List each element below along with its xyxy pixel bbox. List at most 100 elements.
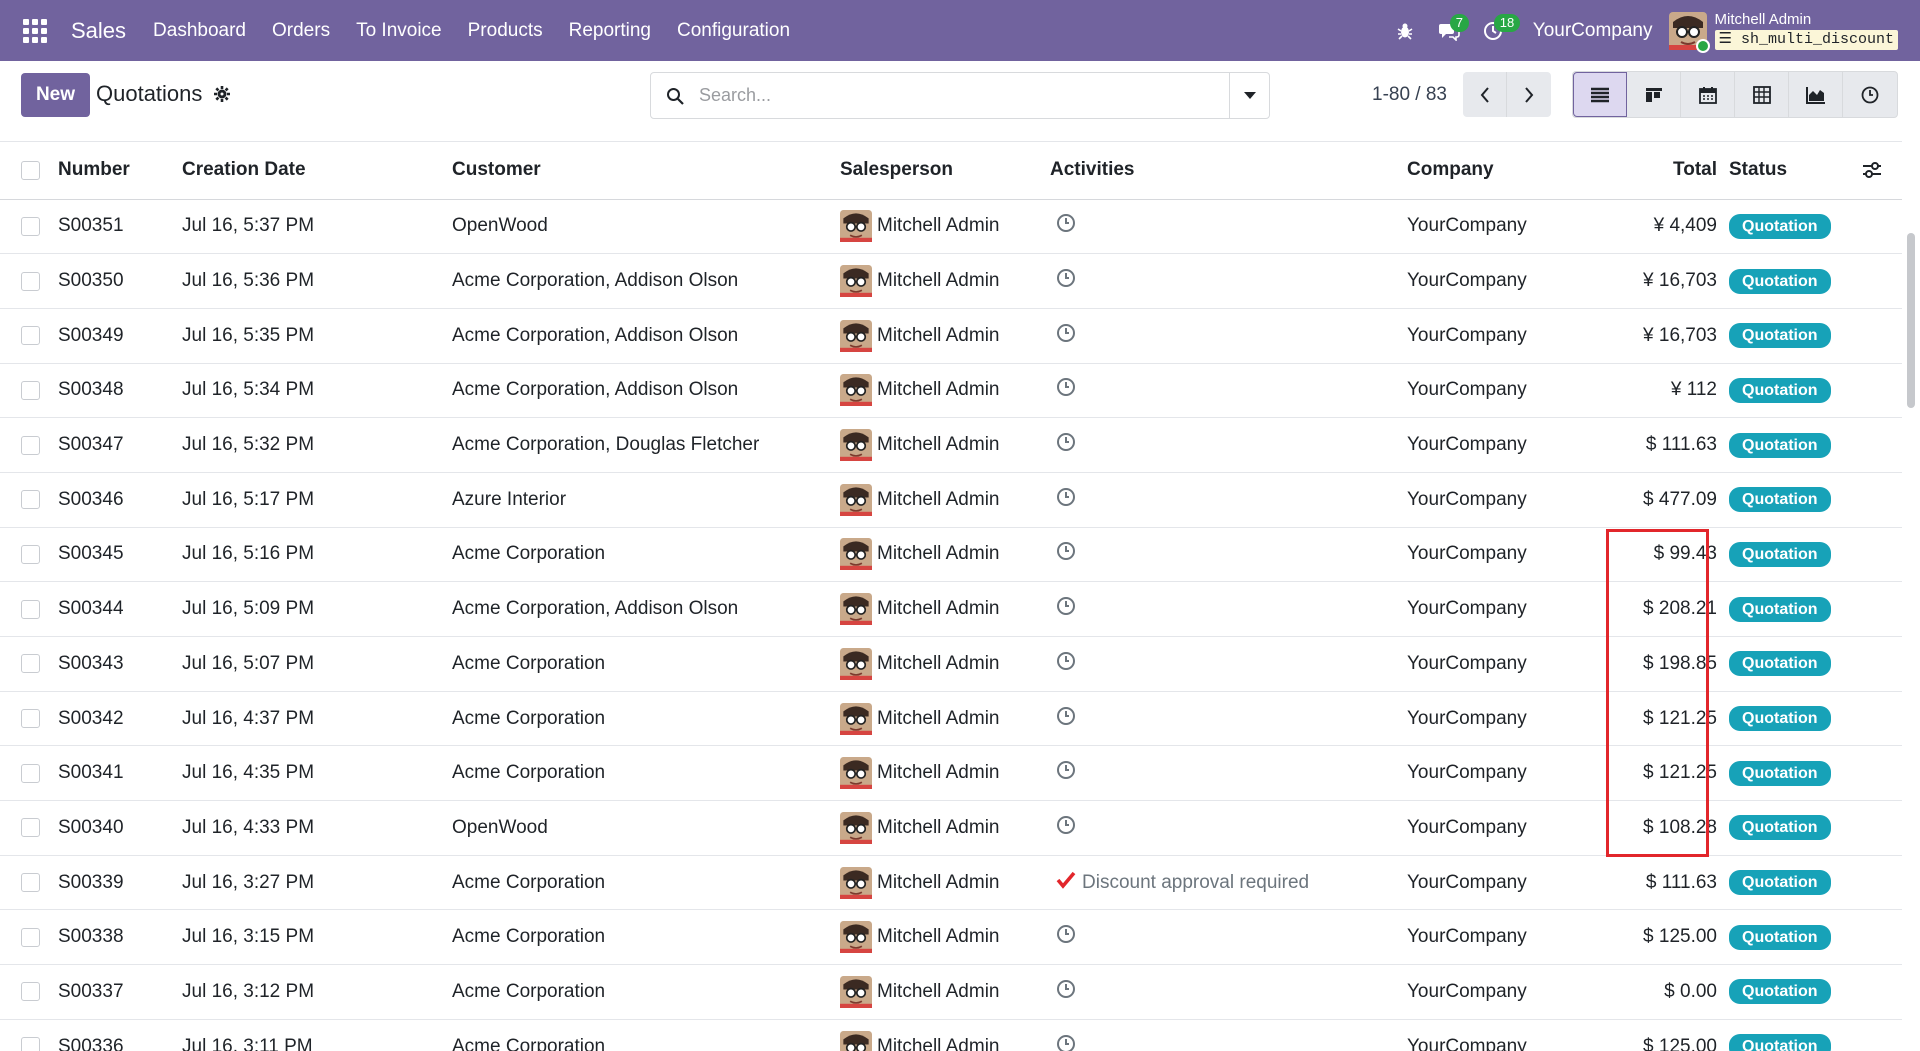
table-row[interactable]: S00343 Jul 16, 5:07 PM Acme Corporation Mit… (0, 636, 1902, 692)
row-checkbox[interactable] (21, 544, 40, 564)
select-all-checkbox[interactable] (21, 160, 40, 180)
cell-customer[interactable]: OpenWood (452, 199, 840, 255)
menu-dashboard[interactable]: Dashboard (140, 20, 259, 42)
row-checkbox[interactable] (21, 599, 40, 619)
activity-button[interactable] (1056, 1034, 1076, 1051)
cell-salesperson[interactable]: Mitchell Admin (840, 647, 1050, 680)
activity-button[interactable] (1056, 323, 1076, 349)
cell-creation-date[interactable]: Jul 16, 4:37 PM (182, 691, 452, 747)
cell-creation-date[interactable]: Jul 16, 3:15 PM (182, 909, 452, 966)
cell-customer[interactable]: Acme Corporation (452, 636, 840, 692)
row-checkbox[interactable] (21, 1037, 40, 1051)
table-row[interactable]: S00349 Jul 16, 5:35 PM Acme Corporation, A… (0, 308, 1902, 364)
cell-creation-date[interactable]: Jul 16, 4:33 PM (182, 800, 452, 856)
table-row[interactable]: S00336 Jul 16, 3:11 PM Acme Corporation Mit… (0, 1019, 1902, 1051)
table-row[interactable]: S00347 Jul 16, 5:32 PM Acme Corporation, D… (0, 417, 1902, 473)
cell-customer[interactable]: Acme Corporation (452, 691, 840, 747)
row-checkbox[interactable] (21, 927, 40, 947)
cell-company[interactable]: YourCompany (1407, 855, 1617, 911)
cell-salesperson[interactable]: Mitchell Admin (840, 210, 1050, 243)
column-header-company[interactable]: Company (1407, 142, 1617, 200)
cell-total[interactable]: $ 111.63 (1617, 855, 1729, 911)
column-header-activities[interactable]: Activities (1050, 142, 1407, 200)
cell-number[interactable]: S00337 (58, 964, 182, 1020)
cell-total[interactable]: $ 99.43 (1617, 527, 1729, 583)
cell-number[interactable]: S00336 (58, 1019, 182, 1051)
cell-customer[interactable]: Acme Corporation, Addison Olson (452, 253, 840, 309)
row-checkbox[interactable] (21, 380, 40, 400)
cell-total[interactable]: $ 208.21 (1617, 581, 1729, 637)
debug-bug-icon[interactable] (1383, 9, 1427, 53)
cell-number[interactable]: S00348 (58, 363, 182, 419)
table-row[interactable]: S00345 Jul 16, 5:16 PM Acme Corporation Mit… (0, 527, 1902, 583)
activity-view-button[interactable] (1843, 72, 1897, 117)
table-row[interactable]: S00338 Jul 16, 3:15 PM Acme Corporation Mit… (0, 909, 1902, 966)
cell-customer[interactable]: Acme Corporation (452, 745, 840, 802)
activity-button[interactable] (1056, 541, 1076, 567)
cell-creation-date[interactable]: Jul 16, 3:11 PM (182, 1019, 452, 1051)
cell-salesperson[interactable]: Mitchell Admin (840, 866, 1050, 899)
column-header-creation-date[interactable]: Creation Date (182, 142, 452, 200)
cell-total[interactable]: ¥ 4,409 (1617, 199, 1729, 255)
cell-company[interactable]: YourCompany (1407, 472, 1617, 528)
apps-menu-icon[interactable] (23, 18, 47, 43)
cell-salesperson[interactable]: Mitchell Admin (840, 1030, 1050, 1051)
list-view-button[interactable] (1573, 72, 1627, 117)
cell-customer[interactable]: Acme Corporation (452, 527, 840, 583)
cell-creation-date[interactable]: Jul 16, 3:12 PM (182, 964, 452, 1020)
row-checkbox[interactable] (21, 709, 40, 729)
cell-total[interactable]: $ 108.28 (1617, 800, 1729, 856)
column-header-customer[interactable]: Customer (452, 142, 840, 200)
cell-salesperson[interactable]: Mitchell Admin (840, 921, 1050, 954)
cell-customer[interactable]: Acme Corporation (452, 855, 840, 911)
cell-total[interactable]: ¥ 16,703 (1617, 308, 1729, 364)
gear-icon[interactable] (213, 85, 231, 108)
cell-number[interactable]: S00342 (58, 691, 182, 747)
cell-creation-date[interactable]: Jul 16, 5:07 PM (182, 636, 452, 692)
cell-total[interactable]: $ 0.00 (1617, 964, 1729, 1020)
cell-number[interactable]: S00347 (58, 417, 182, 473)
pager-previous-button[interactable] (1463, 72, 1507, 117)
activity-button[interactable] (1056, 924, 1076, 950)
cell-salesperson[interactable]: Mitchell Admin (840, 757, 1050, 790)
cell-total[interactable]: $ 125.00 (1617, 909, 1729, 966)
cell-number[interactable]: S00341 (58, 745, 182, 802)
cell-company[interactable]: YourCompany (1407, 800, 1617, 856)
activity-button[interactable] (1056, 268, 1076, 294)
pager-next-button[interactable] (1507, 72, 1551, 117)
search-input[interactable] (699, 73, 1229, 118)
cell-customer[interactable]: Acme Corporation (452, 909, 840, 966)
cell-salesperson[interactable]: Mitchell Admin (840, 483, 1050, 516)
row-checkbox[interactable] (21, 982, 40, 1002)
activity-button[interactable] (1056, 979, 1076, 1005)
cell-creation-date[interactable]: Jul 16, 3:27 PM (182, 855, 452, 911)
menu-orders[interactable]: Orders (259, 20, 343, 42)
cell-number[interactable]: S00338 (58, 909, 182, 966)
company-switcher[interactable]: YourCompany (1533, 20, 1653, 42)
cell-total[interactable]: $ 125.00 (1617, 1019, 1729, 1051)
activity-button[interactable] (1056, 706, 1076, 732)
cell-total[interactable]: $ 198.85 (1617, 636, 1729, 692)
user-avatar[interactable] (1668, 11, 1710, 53)
activity-button[interactable] (1056, 815, 1076, 841)
cell-salesperson[interactable]: Mitchell Admin (840, 319, 1050, 352)
cell-company[interactable]: YourCompany (1407, 253, 1617, 309)
table-row[interactable]: S00350 Jul 16, 5:36 PM Acme Corporation, A… (0, 253, 1902, 309)
cell-creation-date[interactable]: Jul 16, 5:35 PM (182, 308, 452, 364)
cell-company[interactable]: YourCompany (1407, 1019, 1617, 1051)
cell-number[interactable]: S00339 (58, 855, 182, 911)
cell-customer[interactable]: Acme Corporation, Addison Olson (452, 581, 840, 637)
optional-columns-toggle-icon[interactable] (1862, 161, 1882, 185)
cell-salesperson[interactable]: Mitchell Admin (840, 702, 1050, 735)
row-checkbox[interactable] (21, 490, 40, 510)
activity-button[interactable] (1056, 432, 1076, 458)
user-menu[interactable]: Mitchell Admin ☰ sh_multi_discount (1714, 11, 1898, 50)
menu-configuration[interactable]: Configuration (664, 20, 803, 42)
menu-products[interactable]: Products (455, 20, 556, 42)
column-header-salesperson[interactable]: Salesperson (840, 142, 1050, 200)
cell-company[interactable]: YourCompany (1407, 581, 1617, 637)
menu-reporting[interactable]: Reporting (556, 20, 664, 42)
cell-total[interactable]: $ 121.25 (1617, 691, 1729, 747)
activity-button[interactable] (1056, 596, 1076, 622)
messages-icon[interactable]: 7 (1427, 9, 1471, 53)
